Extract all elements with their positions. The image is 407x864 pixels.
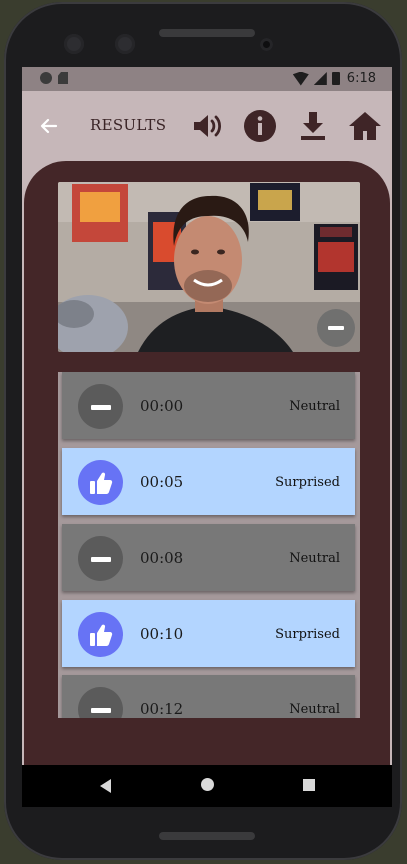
- video-frame-image: [58, 182, 360, 352]
- content-area: 00:00 Neutral 00:05 Surprised 00:08 Neut…: [22, 161, 392, 765]
- page-title: RESULTS: [90, 116, 167, 134]
- volume-button[interactable]: [190, 109, 224, 143]
- info-icon: [244, 110, 276, 142]
- result-row[interactable]: 00:00 Neutral: [62, 372, 355, 439]
- results-list[interactable]: 00:00 Neutral 00:05 Surprised 00:08 Neut…: [58, 372, 360, 718]
- result-row[interactable]: 00:05 Surprised: [62, 448, 355, 515]
- minus-icon: [328, 326, 344, 330]
- app-bar: RESULTS: [22, 91, 392, 161]
- home-icon: [349, 112, 381, 140]
- minus-icon: [90, 404, 111, 410]
- thumbs-up-icon: [89, 472, 112, 494]
- nav-recents-icon[interactable]: [303, 779, 315, 791]
- front-camera: [64, 34, 84, 54]
- minus-icon: [90, 556, 111, 562]
- nav-back-icon[interactable]: [100, 779, 111, 793]
- notification-icon: [40, 72, 52, 84]
- cell-signal-icon: [313, 72, 327, 85]
- video-thumbnail[interactable]: [58, 182, 360, 352]
- bottom-speaker: [159, 832, 255, 840]
- back-arrow-icon: [40, 118, 58, 134]
- proximity-sensor: [260, 38, 273, 51]
- result-time: 00:05: [140, 473, 184, 491]
- back-button[interactable]: [36, 113, 62, 139]
- emotion-icon-badge: [78, 536, 123, 581]
- emotion-icon-badge: [78, 612, 123, 657]
- result-time: 00:12: [140, 700, 184, 718]
- download-icon: [301, 112, 325, 140]
- emotion-icon-badge: [78, 460, 123, 505]
- result-time: 00:08: [140, 549, 184, 567]
- minus-icon: [90, 707, 111, 713]
- video-remove-button[interactable]: [317, 309, 355, 347]
- sd-card-icon: [58, 72, 68, 84]
- result-emotion: Neutral: [289, 551, 340, 566]
- earpiece-speaker: [159, 29, 255, 37]
- result-row[interactable]: 00:10 Surprised: [62, 600, 355, 667]
- result-time: 00:10: [140, 625, 184, 643]
- status-bar: 6:18: [22, 67, 392, 91]
- status-time: 6:18: [346, 71, 376, 86]
- system-nav-bar: [22, 765, 392, 807]
- result-emotion: Surprised: [275, 475, 340, 490]
- phone-frame: 6:18 RESULTS 00:00 Neutral 00:05 Surpris…: [4, 2, 402, 860]
- result-emotion: Neutral: [289, 399, 340, 414]
- wifi-icon: [292, 71, 309, 86]
- emotion-icon-badge: [78, 687, 123, 718]
- results-panel: 00:00 Neutral 00:05 Surprised 00:08 Neut…: [24, 161, 390, 765]
- battery-icon: [331, 72, 340, 85]
- result-row[interactable]: 00:12 Neutral: [62, 675, 355, 718]
- result-time: 00:00: [140, 397, 184, 415]
- result-emotion: Neutral: [289, 702, 340, 717]
- result-emotion: Surprised: [275, 627, 340, 642]
- download-button[interactable]: [296, 109, 330, 143]
- front-sensor: [115, 34, 135, 54]
- info-button[interactable]: [243, 109, 277, 143]
- emotion-icon-badge: [78, 384, 123, 429]
- home-button[interactable]: [348, 109, 382, 143]
- result-row[interactable]: 00:08 Neutral: [62, 524, 355, 591]
- volume-icon: [194, 115, 221, 137]
- screen: 6:18 RESULTS 00:00 Neutral 00:05 Surpris…: [22, 67, 392, 807]
- thumbs-up-icon: [89, 624, 112, 646]
- nav-home-icon[interactable]: [201, 778, 214, 791]
